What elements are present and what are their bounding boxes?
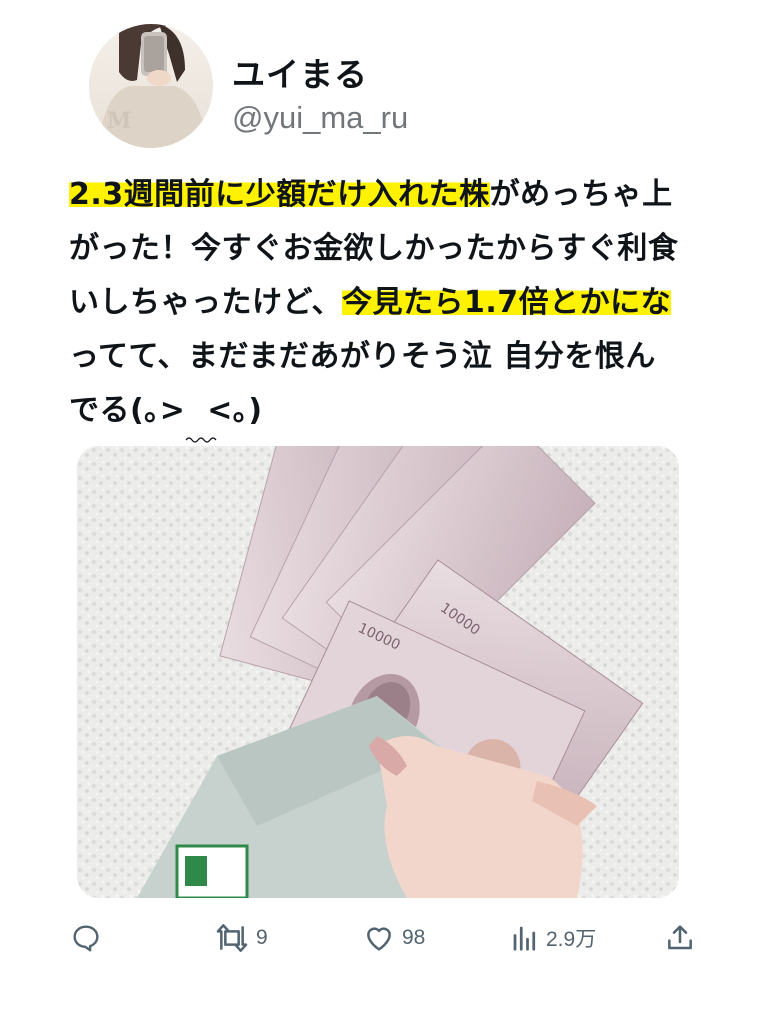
cash-envelope-photo: 10000 10000 [77, 446, 679, 898]
share-button[interactable] [664, 914, 702, 962]
tweet-text-segment: がめっちゃ上 [489, 177, 673, 212]
tweet-action-bar: 9 98 2.9万 [0, 914, 768, 962]
tweet-text-segment: ってて、まだまだあがりそう泣 自分を恨ん [69, 339, 656, 374]
avatar[interactable]: M [89, 24, 213, 148]
wavy-mouth-icon [185, 437, 217, 443]
tweet-photo[interactable]: 10000 10000 [77, 446, 679, 898]
reply-icon [73, 925, 99, 952]
tweet-text-segment: でる( [69, 393, 145, 428]
tweet-text-segment: いしちゃったけど、 [69, 285, 342, 320]
tweet-text-segment: ｡> [144, 393, 186, 428]
avatar-image: M [89, 24, 213, 148]
highlighted-text: 今見たら1.7倍とかにな [342, 285, 672, 320]
svg-text:M: M [107, 108, 131, 134]
views-chart-icon [513, 926, 536, 951]
heart-icon [367, 927, 391, 951]
tweet-text-segment: <｡) [207, 393, 263, 428]
retweet-icon [216, 924, 248, 952]
user-handle[interactable]: @yui_ma_ru [232, 100, 408, 136]
retweet-button[interactable]: 9 [214, 914, 268, 962]
like-button[interactable]: 98 [362, 914, 425, 962]
retweet-count: 9 [256, 926, 268, 949]
display-name[interactable]: ユイまる [232, 48, 368, 96]
kaomoji-mouth [185, 384, 217, 443]
like-count: 98 [402, 926, 426, 949]
reply-button[interactable] [70, 914, 108, 962]
tweet-text-segment: がった！今すぐお金欲しかったからすぐ利食 [69, 231, 679, 266]
tweet-text: 2.3週間前に少額だけ入れた株がめっちゃ上 がった！今すぐお金欲しかったからすぐ… [69, 168, 709, 443]
views-button[interactable]: 2.9万 [510, 914, 596, 962]
highlighted-text: 2.3週間前に少額だけ入れた株 [69, 177, 490, 212]
share-icon [668, 925, 692, 950]
views-count: 2.9万 [546, 928, 597, 951]
